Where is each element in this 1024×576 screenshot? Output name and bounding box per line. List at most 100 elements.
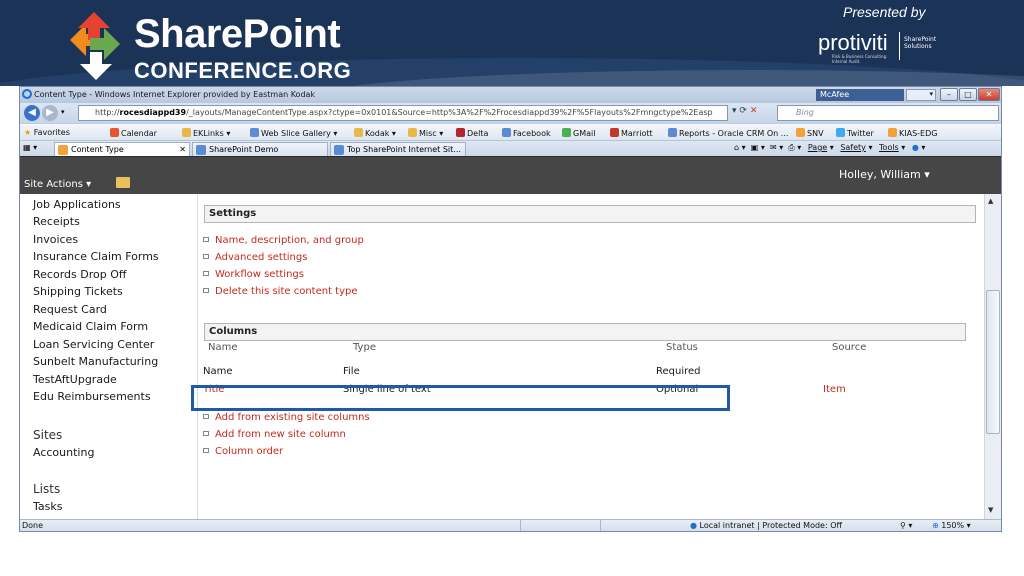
forward-button[interactable]: ▶ [42, 105, 58, 121]
nav-item-edu-reimbursements[interactable]: Edu Reimbursements [33, 390, 151, 403]
page-content: Job Applications Receipts Invoices Insur… [20, 194, 1001, 519]
navigate-up-icon[interactable] [116, 177, 130, 188]
back-button[interactable]: ◀ [24, 105, 40, 121]
close-tab-icon[interactable]: ✕ [179, 143, 186, 156]
fav-kodak[interactable]: Kodak ▾ [354, 128, 396, 138]
favorites-button[interactable]: ★ Favorites [24, 128, 70, 137]
fav-snv[interactable]: SNV [796, 128, 824, 138]
scrollbar-thumb[interactable] [986, 290, 1000, 434]
mail-icon[interactable]: ✉ ▾ [767, 143, 783, 152]
site-actions-menu[interactable]: Site Actions ▾ [24, 179, 91, 190]
content-type-settings: Settings Name, description, and group Ad… [199, 194, 984, 519]
fav-twitter[interactable]: Twitter [836, 128, 874, 138]
web-page-icon [668, 128, 677, 137]
fav-marriott[interactable]: Marriott [610, 128, 653, 138]
settings-link-workflow[interactable]: Workflow settings [203, 269, 304, 280]
nav-heading-sites[interactable]: Sites [33, 428, 62, 442]
web-slice-icon [250, 128, 259, 137]
sharepoint-ribbon: Site Actions ▾ Holley, William ▾ [20, 156, 1001, 194]
status-text: Done [22, 521, 44, 530]
nav-item-testaftupgrade[interactable]: TestAftUpgrade [33, 373, 117, 386]
columns-link-column-order[interactable]: Column order [203, 446, 283, 457]
marriott-icon [610, 128, 619, 137]
fav-reports[interactable]: Reports - Oracle CRM On ... [668, 128, 788, 138]
nav-item-request-card[interactable]: Request Card [33, 303, 107, 316]
nav-item-invoices[interactable]: Invoices [33, 233, 78, 246]
refresh-icon[interactable]: ⟳ [739, 106, 747, 116]
window-titlebar: Content Type - Windows Internet Explorer… [20, 87, 1001, 103]
facebook-icon [502, 128, 511, 137]
nav-item-sunbelt-manufacturing[interactable]: Sunbelt Manufacturing [33, 355, 158, 368]
columns-link-add-existing[interactable]: Add from existing site columns [203, 412, 370, 423]
scroll-up-icon[interactable]: ▲ [988, 197, 993, 205]
nav-item-tasks[interactable]: Tasks [33, 500, 62, 513]
nav-item-receipts[interactable]: Receipts [33, 215, 80, 228]
nav-item-records-drop-off[interactable]: Records Drop Off [33, 268, 126, 281]
scroll-down-icon[interactable]: ▼ [988, 506, 993, 514]
zoom-level[interactable]: ⊕ 150% ▾ [932, 521, 971, 530]
settings-section-header: Settings [204, 205, 976, 223]
internet-explorer-icon [196, 145, 206, 155]
command-bar: ⌂ ▾ ▣ ▾ ✉ ▾ ⎙ ▾ Page ▾ Safety ▾ Tools ▾ … [734, 143, 926, 152]
address-host: rocesdiappd39 [119, 108, 187, 117]
address-prefix: http:// [95, 108, 120, 117]
fav-calendar[interactable]: Calendar [110, 128, 157, 138]
column-header-name: Name [208, 342, 238, 353]
brand-title: SharePoint [134, 12, 341, 56]
column-row-title-source[interactable]: Item [823, 384, 846, 395]
tab-top-sharepoint[interactable]: Top SharePoint Internet Sit... [330, 142, 466, 156]
stop-icon[interactable]: ✕ [750, 106, 758, 116]
nav-item-loan-servicing-center[interactable]: Loan Servicing Center [33, 338, 154, 351]
sponsor-logo: protiviti [818, 30, 888, 55]
fav-delta[interactable]: Delta [456, 128, 488, 138]
address-input[interactable]: http://rocesdiappd39/_layouts/ManageCont… [78, 105, 728, 121]
feeds-icon[interactable]: ▣ ▾ [748, 143, 765, 152]
maximize-button[interactable]: □ [959, 88, 977, 101]
settings-link-name-description[interactable]: Name, description, and group [203, 235, 364, 246]
user-menu[interactable]: Holley, William ▾ [839, 168, 930, 181]
security-zone[interactable]: ● Local intranet | Protected Mode: Off [690, 521, 842, 530]
nav-heading-lists[interactable]: Lists [33, 482, 60, 496]
fav-kias-edg[interactable]: KIAS-EDG [888, 128, 937, 138]
internet-explorer-icon [22, 89, 32, 99]
mcafee-widget[interactable]: McAfee [816, 89, 904, 101]
column-row-name-name[interactable]: Name [203, 366, 233, 377]
fav-facebook[interactable]: Facebook [502, 128, 551, 138]
home-icon[interactable]: ⌂ ▾ [734, 143, 746, 152]
fav-misc[interactable]: Misc ▾ [408, 128, 443, 138]
nav-item-insurance-claim-forms[interactable]: Insurance Claim Forms [33, 250, 159, 263]
status-divider [600, 520, 601, 531]
quick-tabs-icon[interactable]: ▦ ▾ [23, 143, 37, 152]
nav-item-medicaid-claim-form[interactable]: Medicaid Claim Form [33, 320, 148, 333]
settings-link-advanced[interactable]: Advanced settings [203, 252, 307, 263]
nav-item-shipping-tickets[interactable]: Shipping Tickets [33, 285, 123, 298]
fav-eklinks[interactable]: EKLinks ▾ [182, 128, 230, 138]
fav-gmail[interactable]: GMail [562, 128, 595, 138]
close-button[interactable]: ✕ [978, 88, 1000, 101]
minimize-button[interactable]: – [940, 88, 958, 101]
safety-menu[interactable]: Safety [840, 143, 866, 152]
search-input[interactable]: Bing [777, 105, 999, 121]
settings-link-delete[interactable]: Delete this site content type [203, 286, 358, 297]
protected-mode-icon[interactable]: ⚲ ▾ [900, 521, 912, 530]
nav-item-accounting[interactable]: Accounting [33, 446, 94, 459]
nav-item-job-applications[interactable]: Job Applications [33, 198, 121, 211]
help-icon[interactable]: ● [912, 143, 919, 152]
tab-sharepoint-demo[interactable]: SharePoint Demo [192, 142, 328, 156]
favorites-bar: ★ Favorites Calendar EKLinks ▾ Web Slice… [20, 123, 1001, 140]
sharepoint-icon [58, 145, 68, 155]
address-dropdown-icon[interactable]: ▾ [732, 106, 737, 116]
print-icon[interactable]: ⎙ ▾ [786, 143, 801, 152]
fav-web-slice-gallery[interactable]: Web Slice Gallery ▾ [250, 128, 337, 138]
tab-content-type[interactable]: Content Type ✕ [54, 142, 190, 156]
mcafee-dropdown[interactable]: ▾ [906, 89, 936, 101]
page-menu[interactable]: Page [808, 143, 827, 152]
bullet-icon [203, 271, 209, 276]
bullet-icon [203, 414, 209, 419]
tools-menu[interactable]: Tools [879, 143, 899, 152]
title-row-highlight [191, 385, 730, 411]
browser-status-bar: Done ● Local intranet | Protected Mode: … [20, 519, 1001, 531]
vertical-scrollbar[interactable]: ▲ ▼ [984, 194, 1001, 519]
history-dropdown-icon[interactable]: ▾ [61, 108, 65, 116]
columns-link-add-new[interactable]: Add from new site column [203, 429, 346, 440]
